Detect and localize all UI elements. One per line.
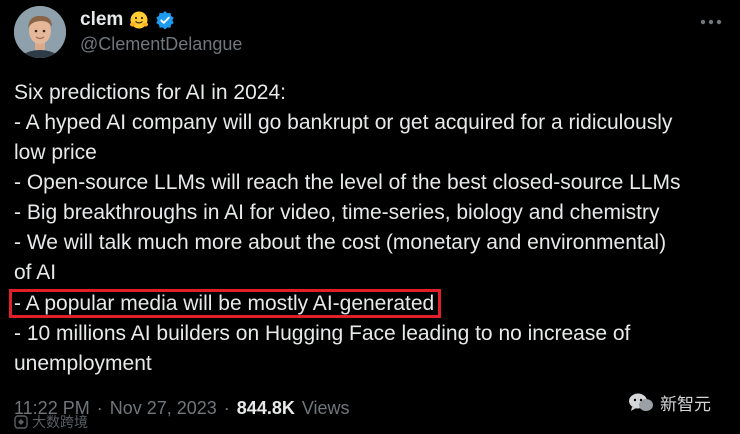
tweet-line: unemployment xyxy=(14,352,152,375)
tweet-line: - A hyped AI company will go bankrupt or… xyxy=(14,111,673,134)
wechat-icon xyxy=(629,393,653,411)
more-dots-icon xyxy=(700,19,722,25)
more-options-button[interactable] xyxy=(696,12,726,32)
meta-separator: · xyxy=(96,398,103,418)
author-handle[interactable]: @ClementDelangue xyxy=(80,34,242,55)
tweet-line: of AI xyxy=(14,261,57,284)
watermark-right: 新智元 xyxy=(628,390,711,415)
watermark-logo-icon xyxy=(14,415,28,429)
tweet-line: - 10 millions AI builders on Hugging Fac… xyxy=(14,322,631,345)
views-count: 844.8K xyxy=(236,398,295,418)
tweet-line: - Big breakthroughs in AI for video, tim… xyxy=(14,201,660,224)
tweet-line: Six predictions for AI in 2024: xyxy=(14,81,286,104)
tweet-line: - Open-source LLMs will reach the level … xyxy=(14,171,681,194)
avatar[interactable] xyxy=(14,6,66,58)
meta-separator: · xyxy=(223,398,230,418)
author-name-row: clem xyxy=(80,8,175,32)
hugging-face-emoji-icon xyxy=(129,10,149,30)
verified-badge-icon[interactable] xyxy=(155,10,175,30)
tweet-date[interactable]: Nov 27, 2023 xyxy=(110,398,217,419)
tweet-line: - We will talk much more about the cost … xyxy=(14,231,667,254)
watermark-right-text: 新智元 xyxy=(660,395,711,414)
author-display-name[interactable]: clem xyxy=(80,9,123,31)
tweet-line: low price xyxy=(14,141,97,164)
views-label: Views xyxy=(301,398,350,418)
highlighted-prediction: - A popular media will be mostly AI-gene… xyxy=(9,289,442,318)
highlighted-line-row: - A popular media will be mostly AI-gene… xyxy=(9,288,730,319)
tweet-text: Six predictions for AI in 2024: - A hype… xyxy=(9,78,730,379)
watermark-left-text: 大数跨境 xyxy=(32,414,88,430)
watermark-left: 大数跨境 xyxy=(14,412,88,432)
avatar-photo xyxy=(14,6,66,58)
